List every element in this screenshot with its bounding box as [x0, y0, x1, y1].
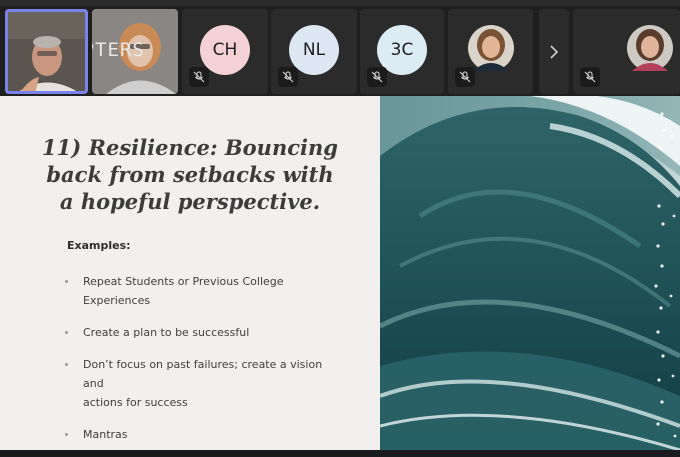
mic-muted-icon: [455, 67, 475, 87]
participant-tile-photo-1[interactable]: [448, 9, 533, 94]
bullet-item: Don’t focus on past failures; create a v…: [60, 355, 340, 412]
mic-muted-icon: [278, 67, 298, 87]
bullet-item: Mantras: [60, 425, 340, 444]
bullet-text: Mantras: [83, 428, 128, 441]
participant-video-overlay-text: ITHENTPTERS: [92, 39, 145, 61]
participant-tile-ch[interactable]: CH: [182, 9, 268, 94]
mic-muted-icon: [189, 67, 209, 87]
bullet-text: Experiences: [83, 294, 151, 307]
avatar-photo: [627, 25, 673, 71]
bullet-text: Repeat Students or Previous College: [83, 275, 284, 288]
mic-muted-icon: [580, 67, 600, 87]
participant-strip: ITHENTPTERS CH NL 3C: [0, 0, 680, 96]
participant-video-1: [5, 9, 88, 94]
bullet-dot: [65, 331, 68, 334]
participant-tile-video-1[interactable]: [5, 9, 88, 94]
bullet-text: actions for success: [83, 396, 188, 409]
bullet-text: Don’t focus on past failures; create a v…: [83, 358, 323, 390]
wave-image: [380, 96, 680, 450]
examples-label: Examples:: [67, 239, 131, 252]
bullet-dot: [65, 363, 68, 366]
slide-title-line: back from setbacks with: [46, 162, 334, 187]
strip-top-bar: [0, 0, 680, 6]
participant-tile-nl[interactable]: NL: [271, 9, 357, 94]
bullet-dot: [65, 280, 68, 283]
mic-muted-icon: [367, 67, 387, 87]
slide-text-panel: 11) Resilience: Bouncing back from setba…: [0, 96, 380, 450]
bullet-item: Repeat Students or Previous College Expe…: [60, 272, 340, 310]
participant-tile-video-2[interactable]: ITHENTPTERS: [92, 9, 178, 94]
bullet-text: Create a plan to be successful: [83, 326, 250, 339]
slide-title-line: a hopeful perspective.: [59, 189, 321, 214]
slide-title-line: 11) Resilience: Bouncing: [42, 135, 338, 160]
shared-slide: 11) Resilience: Bouncing back from setba…: [0, 96, 680, 450]
bullet-dot: [65, 433, 68, 436]
chevron-right-icon: [550, 44, 559, 59]
more-participants-button[interactable]: [539, 9, 569, 94]
participant-tile-photo-2[interactable]: [573, 9, 680, 94]
bullet-list: Repeat Students or Previous College Expe…: [60, 272, 340, 457]
participant-tile-3c[interactable]: 3C: [360, 9, 444, 94]
bullet-item: Create a plan to be successful: [60, 323, 340, 342]
avatar-photo: [468, 25, 514, 71]
slide-title: 11) Resilience: Bouncing back from setba…: [30, 134, 350, 215]
